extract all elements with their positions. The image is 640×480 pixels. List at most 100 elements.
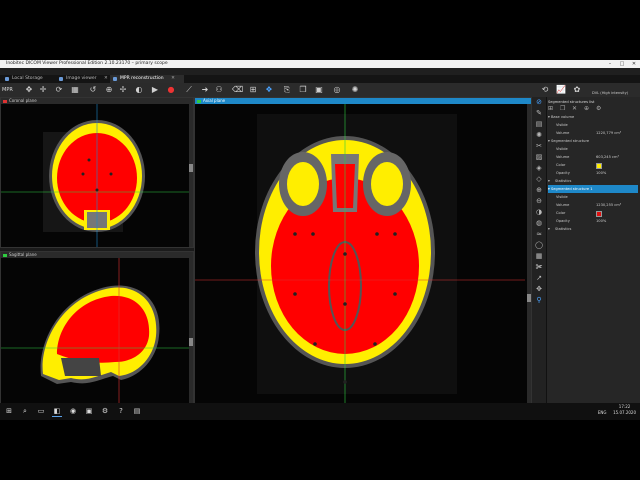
tab-local-storage[interactable]: Local Storage [2,75,60,83]
search-icon[interactable]: ⌕ [20,406,30,416]
region-grow-icon[interactable]: ✺ [535,132,543,139]
scrollbar-thumb[interactable] [527,294,531,302]
coronal-viewport[interactable]: Coronal plane [0,97,194,248]
tab-mpr-reconstruction[interactable]: MPR reconstruction ✕ [110,75,184,83]
dilate-icon[interactable]: ◇ [535,176,543,183]
histogram-icon[interactable]: 📈 [556,85,566,95]
property-row[interactable]: ▾ Statistics [548,225,638,233]
rotate-left-icon[interactable]: ↺ [88,85,98,95]
clock-date[interactable]: 15.07.2020 [613,410,636,415]
property-row[interactable]: Opacity 100% [548,217,638,225]
probe-icon[interactable]: ⊞ [248,85,258,95]
property-label: Statistics [554,179,572,183]
axial-slice-scrollbar[interactable] [527,104,531,404]
windowing-tool-icon[interactable]: ◐ [134,85,144,95]
cd-burn-icon[interactable]: ◎ [332,85,342,95]
property-row[interactable]: Volume 1220,779 cm³ [548,129,638,137]
mpr-icon [113,77,117,81]
erode-icon[interactable]: ◈ [535,165,543,172]
arrow-icon[interactable]: ↗ [535,275,543,282]
coronal-slice-scrollbar[interactable] [189,104,193,247]
window-titlebar: Inobitec DICOM Viewer Professional Editi… [0,60,640,68]
property-row[interactable]: Opacity 100% [548,169,638,177]
save-icon[interactable]: ▣ [314,85,324,95]
browser-icon[interactable]: ◉ [68,406,78,416]
maximize-button[interactable]: □ [616,60,628,68]
axial-viewport[interactable]: Axial plane [194,97,532,405]
property-row[interactable]: Volume 1230,255 cm³ [548,201,638,209]
property-value: 603,245 cm³ [596,155,619,159]
property-label: Volume [556,155,570,159]
sagittal-slice-scrollbar[interactable] [189,258,193,404]
rotate-tool-icon[interactable]: ⟳ [54,85,64,95]
subtract-icon[interactable]: ⊖ [535,198,543,205]
file-explorer-icon[interactable]: ▭ [36,406,46,416]
island-icon[interactable]: ◍ [535,220,543,227]
property-row[interactable]: Volume 603,245 cm³ [548,153,638,161]
settings-3d-icon[interactable]: ✺ [350,85,360,95]
pan-tool-icon[interactable]: ✢ [118,85,128,95]
crosshair-tool-icon[interactable]: ✛ [38,85,48,95]
layout-grid-icon[interactable]: ▦ [70,85,80,95]
move-icon[interactable]: ✥ [535,286,543,293]
merge-structure-icon[interactable]: ⊕ [584,105,589,112]
property-row[interactable]: Visible [548,121,638,129]
anatomy-icon[interactable]: ⚇ [214,85,224,95]
structure-row[interactable]: ▾ Segmented structure 1 [548,185,638,193]
app-icon[interactable]: ▤ [132,406,142,416]
record-icon[interactable]: ● [166,85,176,95]
close-tab-icon[interactable]: ✕ [171,76,175,81]
invert-icon[interactable]: ◑ [535,209,543,216]
structure-row[interactable]: ▾ Segmented structure [548,137,638,145]
scrollbar-thumb[interactable] [189,164,193,172]
settings-icon[interactable]: ⚙ [100,406,110,416]
property-row[interactable]: Color [548,161,638,169]
property-row[interactable]: ▾ Statistics [548,177,638,185]
smooth-icon[interactable]: ≈ [535,231,543,238]
structure-row[interactable]: ▾ Base volume [548,113,638,121]
start-button-icon[interactable]: ⊞ [4,406,14,416]
contour-icon[interactable]: ◯ [535,242,543,249]
pin-icon[interactable]: ⚲ [535,297,543,304]
volume-render-icon[interactable]: ⟲ [540,85,550,95]
scrollbar-thumb[interactable] [189,338,193,346]
scissors-icon[interactable]: ✂ [535,143,543,150]
property-value: 1220,779 cm³ [596,131,622,135]
structure-settings-icon[interactable]: ⚙ [596,105,601,112]
arrow-annotation-icon[interactable]: ➜ [200,85,210,95]
union-icon[interactable]: ⊕ [535,187,543,194]
zoom-tool-icon[interactable]: ⊕ [104,85,114,95]
export-icon[interactable]: ⎘ [282,85,292,95]
segmentation-icon[interactable]: ❖ [264,85,274,95]
copy-icon[interactable]: ❐ [298,85,308,95]
duplicate-structure-icon[interactable]: ❐ [560,105,565,112]
close-window-button[interactable]: ✕ [628,60,640,68]
sagittal-viewport[interactable]: Sagittal plane [0,251,194,405]
tab-image-viewer[interactable]: Image viewer ✕ [56,75,116,83]
select-tool-icon[interactable]: ✥ [24,85,34,95]
render-preset-label: DVL (High intensity) [592,91,629,95]
dicom-viewer-taskbar-icon[interactable]: ◧ [52,406,62,417]
eraser-icon[interactable]: ⌫ [232,85,243,95]
delete-structure-icon[interactable]: ✕ [572,105,577,112]
measure-tool-icon[interactable]: ⟋ [184,85,194,95]
add-structure-icon[interactable]: ⊞ [548,105,553,112]
grid-icon[interactable]: ▦ [535,253,543,260]
play-cine-icon[interactable]: ▶ [150,85,160,95]
fill-icon[interactable]: ▨ [535,154,543,161]
property-row[interactable]: Color [548,209,638,217]
threshold-icon[interactable]: ▤ [535,121,543,128]
language-indicator[interactable]: ENG [598,410,607,415]
powerpoint-icon[interactable]: ▣ [84,406,94,416]
property-row[interactable]: Visible [548,145,638,153]
preset-icon[interactable]: ✿ [572,85,582,95]
minimize-button[interactable]: – [604,60,616,68]
help-icon[interactable]: ? [116,406,126,416]
segmentation-tool-icon[interactable]: ⊘ [535,99,543,106]
cut-icon[interactable]: ✀ [535,264,543,271]
property-label: Base volume [550,115,575,119]
close-tab-icon[interactable]: ✕ [104,76,108,81]
property-row[interactable]: Visible [548,193,638,201]
brush-icon[interactable]: ✎ [535,110,543,117]
clock-time[interactable]: 17:22 [619,404,631,409]
